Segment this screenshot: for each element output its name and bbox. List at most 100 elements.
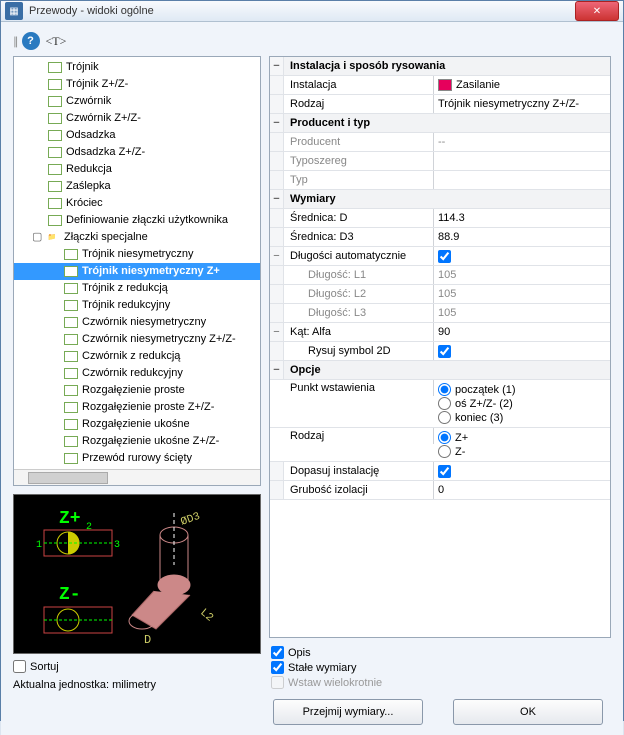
- tree-item[interactable]: Rozgałęzienie ukośne: [14, 416, 260, 433]
- collapse-icon[interactable]: −: [270, 323, 284, 341]
- auto-length-check[interactable]: [438, 250, 451, 263]
- fitting-icon: [64, 317, 78, 328]
- preview-pane: Z+ 1 2 3 Z-: [13, 494, 261, 654]
- color-swatch: [438, 79, 452, 91]
- fitting-icon: [64, 266, 78, 277]
- dialog-content: ∥ ? <T> TrójnikTrójnik Z+/Z-CzwórnikCzwó…: [1, 22, 623, 735]
- svg-text:D: D: [144, 633, 151, 647]
- tree-hscroll[interactable]: [14, 469, 260, 485]
- row-instalacja[interactable]: Instalacja Zasilanie: [270, 76, 610, 95]
- row-typoszereg[interactable]: Typoszereg: [270, 152, 610, 171]
- tree-item[interactable]: Rozgałęzienie proste Z+/Z-: [14, 399, 260, 416]
- wstaw-label: Wstaw wielokrotnie: [288, 677, 382, 689]
- tree-item[interactable]: Odsadzka Z+/Z-: [14, 144, 260, 161]
- tree-item[interactable]: Króciec: [14, 195, 260, 212]
- fitting-icon: [48, 198, 62, 209]
- tree-item[interactable]: Trójnik: [14, 59, 260, 76]
- collapse-icon[interactable]: −: [270, 361, 284, 379]
- fitting-icon: [48, 62, 62, 73]
- svg-text:ØD3: ØD3: [179, 511, 202, 529]
- punkt-radio[interactable]: oś Z+/Z- (2): [438, 397, 516, 410]
- bottom-checks: Opis Stałe wymiary Wstaw wielokrotnie: [269, 644, 611, 691]
- tree-item[interactable]: Czwórnik redukcyjny: [14, 365, 260, 382]
- row-rodzaj2[interactable]: Rodzaj Z+ Z-: [270, 428, 610, 462]
- tree-item[interactable]: Czwórnik niesymetryczny Z+/Z-: [14, 331, 260, 348]
- svg-text:L2: L2: [197, 607, 215, 625]
- row-rysuj2d[interactable]: Rysuj symbol 2D: [270, 342, 610, 361]
- tree-item[interactable]: Zaślepka: [14, 178, 260, 195]
- tree-item[interactable]: Trójnik z redukcją: [14, 280, 260, 297]
- row-typ[interactable]: Typ: [270, 171, 610, 190]
- rysuj2d-check[interactable]: [438, 345, 451, 358]
- sort-label: Sortuj: [30, 661, 59, 673]
- dialog-buttons: Przejmij wymiary... OK: [13, 699, 611, 725]
- row-srednica-d[interactable]: Średnica: D 114.3: [270, 209, 610, 228]
- row-grubosc[interactable]: Grubość izolacji 0: [270, 481, 610, 500]
- tree-item[interactable]: Przewód rurowy ścięty: [14, 450, 260, 467]
- tree-item[interactable]: Czwórnik niesymetryczny: [14, 314, 260, 331]
- fitting-icon: [64, 249, 78, 260]
- ok-button[interactable]: OK: [453, 699, 603, 725]
- punkt-radio[interactable]: początek (1): [438, 383, 516, 396]
- titlebar: ▦ Przewody - widoki ogólne ✕: [1, 1, 623, 22]
- fitting-icon: [64, 334, 78, 345]
- property-grid: − Instalacja i sposób rysowania Instalac…: [269, 56, 611, 638]
- dopasuj-check[interactable]: [438, 465, 451, 478]
- row-dopasuj[interactable]: Dopasuj instalację: [270, 462, 610, 481]
- tree-item[interactable]: Trójnik redukcyjny: [14, 297, 260, 314]
- preview-zminus: Z-: [59, 585, 81, 605]
- rodzaj-radio[interactable]: Z+: [438, 431, 468, 444]
- help-icon[interactable]: ?: [22, 32, 40, 50]
- collapse-icon[interactable]: −: [270, 114, 284, 132]
- tree-item[interactable]: Trójnik Z+/Z-: [14, 76, 260, 93]
- tree[interactable]: TrójnikTrójnik Z+/Z-CzwórnikCzwórnik Z+/…: [14, 57, 260, 469]
- tree-item[interactable]: Czwórnik z redukcją: [14, 348, 260, 365]
- punkt-radio[interactable]: koniec (3): [438, 411, 516, 424]
- fitting-icon: [64, 300, 78, 311]
- expander-icon[interactable]: ▢: [32, 230, 42, 245]
- fitting-icon: [48, 130, 62, 141]
- row-rodzaj[interactable]: Rodzaj Trójnik niesymetryczny Z+/Z-: [270, 95, 610, 114]
- tree-item[interactable]: Trójnik niesymetryczny: [14, 246, 260, 263]
- fitting-icon: [64, 453, 78, 464]
- tree-item[interactable]: Odsadzka: [14, 127, 260, 144]
- row-l1: Długość: L1 105: [270, 266, 610, 285]
- tag-tool[interactable]: <T>: [44, 34, 69, 49]
- tree-item[interactable]: Redukcja: [14, 161, 260, 178]
- sort-checkbox[interactable]: [13, 660, 26, 673]
- tree-item[interactable]: Czwórnik: [14, 93, 260, 110]
- tree-panel: TrójnikTrójnik Z+/Z-CzwórnikCzwórnik Z+/…: [13, 56, 261, 486]
- row-l3: Długość: L3 105: [270, 304, 610, 323]
- row-auto-length[interactable]: − Długości automatycznie: [270, 247, 610, 266]
- close-button[interactable]: ✕: [575, 1, 619, 21]
- fitting-icon: [48, 147, 62, 158]
- row-punkt[interactable]: Punkt wstawienia początek (1) oś Z+/Z- (…: [270, 380, 610, 428]
- svg-text:1: 1: [36, 540, 42, 551]
- tree-item[interactable]: Rozgałęzienie ukośne Z+/Z-: [14, 433, 260, 450]
- wstaw-check: [271, 676, 284, 689]
- section-opcje: − Opcje: [270, 361, 610, 380]
- collapse-icon[interactable]: −: [270, 57, 284, 75]
- fitting-icon: [64, 436, 78, 447]
- row-producent[interactable]: Producent --: [270, 133, 610, 152]
- tree-item[interactable]: Rozgałęzienie proste: [14, 382, 260, 399]
- opis-label: Opis: [288, 647, 311, 659]
- opis-check[interactable]: [271, 646, 284, 659]
- przejmij-button[interactable]: Przejmij wymiary...: [273, 699, 423, 725]
- row-kat[interactable]: − Kąt: Alfa 90: [270, 323, 610, 342]
- window-title: Przewody - widoki ogólne: [29, 5, 575, 17]
- preview-zplus: Z+: [59, 509, 81, 529]
- tree-item[interactable]: Definiowanie złączki użytkownika: [14, 212, 260, 229]
- rodzaj-radio[interactable]: Z-: [438, 445, 468, 458]
- left-toolbar: ∥ ? <T>: [13, 32, 611, 50]
- collapse-icon[interactable]: −: [270, 190, 284, 208]
- stale-check[interactable]: [271, 661, 284, 674]
- fitting-icon: [48, 181, 62, 192]
- tree-item[interactable]: Czwórnik Z+/Z-: [14, 110, 260, 127]
- folder-icon: [44, 232, 60, 243]
- tree-group[interactable]: ▢Złączki specjalne: [14, 229, 260, 246]
- row-srednica-d3[interactable]: Średnica: D3 88.9: [270, 228, 610, 247]
- collapse-icon[interactable]: −: [270, 247, 284, 265]
- tree-item[interactable]: Trójnik niesymetryczny Z+: [14, 263, 260, 280]
- section-wymiary: − Wymiary: [270, 190, 610, 209]
